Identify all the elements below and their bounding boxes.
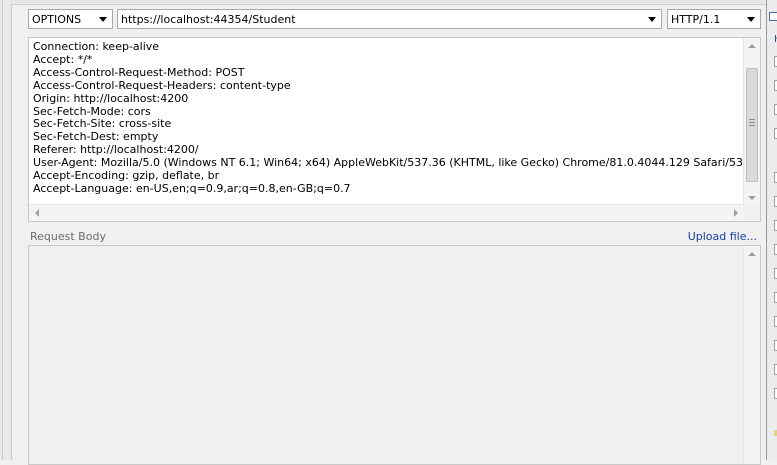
scroll-left-arrow-icon[interactable] <box>35 209 39 217</box>
headers-horizontal-scrollbar[interactable] <box>29 204 744 221</box>
scroll-down-arrow-icon[interactable] <box>748 196 756 200</box>
method-select[interactable]: OPTIONS <box>28 9 113 29</box>
scroll-right-arrow-icon[interactable] <box>734 209 738 217</box>
request-body-textarea[interactable] <box>28 245 761 465</box>
upload-file-link[interactable]: Upload file... <box>688 230 757 243</box>
right-side-panel: H <box>766 0 777 460</box>
tab-strip-edge <box>11 0 766 5</box>
scroll-up-arrow-icon[interactable] <box>748 44 756 48</box>
left-panel-edge <box>0 0 12 460</box>
request-body-label: Request Body <box>30 230 106 243</box>
http-version-value: HTTP/1.1 <box>671 13 721 26</box>
request-headers-text[interactable]: Connection: keep-alive Accept: */* Acces… <box>33 40 760 196</box>
scroll-up-arrow-icon[interactable] <box>748 252 756 256</box>
body-vertical-scrollbar[interactable] <box>743 246 760 464</box>
panel-checkbox[interactable] <box>769 12 777 21</box>
method-value: OPTIONS <box>32 13 82 26</box>
url-value: https://localhost:44354/Student <box>121 13 296 26</box>
scroll-thumb[interactable] <box>746 68 758 182</box>
chevron-down-icon[interactable] <box>99 17 107 22</box>
headers-vertical-scrollbar[interactable] <box>743 38 760 206</box>
chevron-down-icon[interactable] <box>648 17 656 22</box>
scrollbar-corner <box>744 205 760 221</box>
url-input[interactable]: https://localhost:44354/Student <box>117 9 662 29</box>
request-headers-textarea[interactable]: Connection: keep-alive Accept: */* Acces… <box>28 37 761 222</box>
chevron-down-icon[interactable] <box>747 17 755 22</box>
http-version-select[interactable]: HTTP/1.1 <box>667 9 761 29</box>
